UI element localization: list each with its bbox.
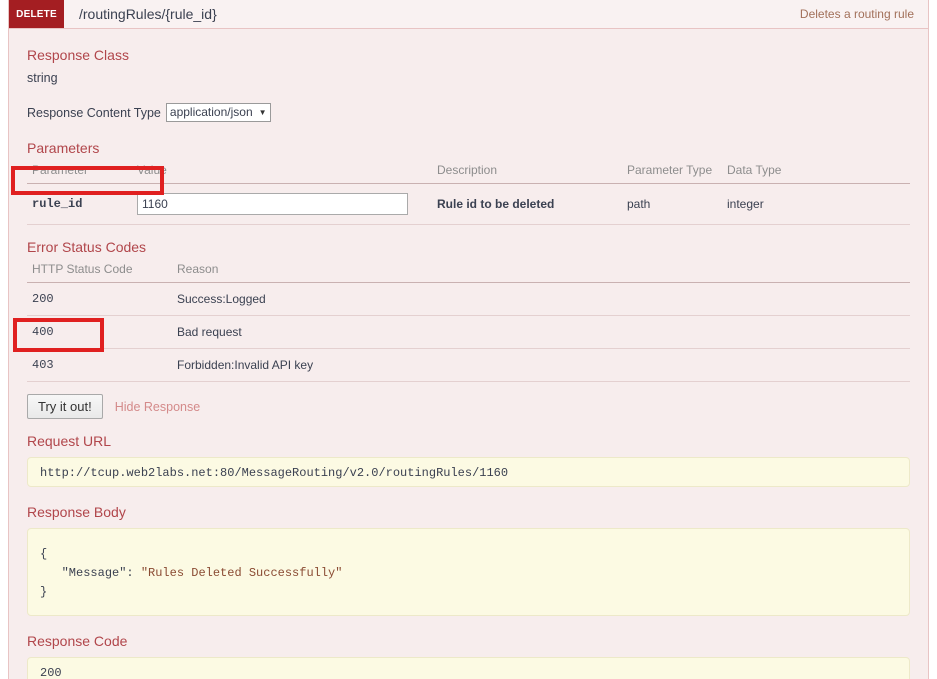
request-url-value: http://tcup.web2labs.net:80/MessageRouti… xyxy=(27,457,910,487)
table-row: 403 Forbidden:Invalid API key xyxy=(27,348,910,382)
error-codes-header-reason: Reason xyxy=(172,260,910,283)
parameters-header-parameter: Parameter xyxy=(27,161,132,184)
error-code-value: 400 xyxy=(27,315,172,349)
parameters-header-value: Value xyxy=(132,161,432,184)
error-code-value: 403 xyxy=(27,348,172,382)
response-body-value: { "Message": "Rules Deleted Successfully… xyxy=(27,528,910,616)
error-codes-header-status: HTTP Status Code xyxy=(27,260,172,283)
error-code-reason: Forbidden:Invalid API key xyxy=(172,348,910,382)
response-code-title: Response Code xyxy=(27,633,128,649)
submit-row: Try it out! Hide Response xyxy=(27,394,910,419)
response-body-close-brace: } xyxy=(40,585,48,599)
response-body-open-brace: { xyxy=(40,547,48,561)
chevron-down-icon: ▼ xyxy=(258,108,267,117)
error-code-reason: Success:Logged xyxy=(172,282,910,316)
response-content-type-select[interactable]: application/json ▼ xyxy=(165,103,271,122)
request-url-title: Request URL xyxy=(27,433,112,449)
error-status-codes-table: HTTP Status Code Reason 200 Success:Logg… xyxy=(27,260,910,382)
parameters-header-row: Parameter Value Description Parameter Ty… xyxy=(27,161,910,184)
error-status-codes-title: Error Status Codes xyxy=(27,239,147,255)
operation-content: Response Class string Response Content T… xyxy=(9,29,928,679)
http-method-badge[interactable]: DELETE xyxy=(9,0,64,28)
parameters-header-description: Description xyxy=(432,161,622,184)
parameter-value-cell xyxy=(132,183,432,225)
operation-heading[interactable]: DELETE /routingRules/{rule_id} Deletes a… xyxy=(9,0,928,29)
response-class-title: Response Class xyxy=(27,47,129,63)
parameter-description: Rule id to be deleted xyxy=(432,183,622,225)
parameters-title: Parameters xyxy=(27,140,100,156)
parameters-header-data-type: Data Type xyxy=(722,161,910,184)
swagger-operation-page: DELETE /routingRules/{rule_id} Deletes a… xyxy=(0,0,937,679)
operation-block: DELETE /routingRules/{rule_id} Deletes a… xyxy=(8,0,929,679)
response-content-type-row: Response Content Type application/json ▼ xyxy=(27,103,910,122)
error-code-value: 200 xyxy=(27,282,172,316)
parameter-data-type: integer xyxy=(722,183,910,225)
try-it-out-button[interactable]: Try it out! xyxy=(27,394,103,419)
table-row: 400 Bad request xyxy=(27,315,910,349)
parameter-name: rule_id xyxy=(27,183,132,225)
parameter-type: path xyxy=(622,183,722,225)
rule-id-input[interactable] xyxy=(137,193,408,215)
response-content-type-label: Response Content Type xyxy=(27,105,161,120)
error-codes-header-row: HTTP Status Code Reason xyxy=(27,260,910,283)
response-body-title: Response Body xyxy=(27,504,126,520)
response-code-value: 200 xyxy=(27,657,910,679)
operation-path[interactable]: /routingRules/{rule_id} xyxy=(64,0,217,28)
table-row: rule_id Rule id to be deleted path integ… xyxy=(27,183,910,225)
parameters-table: Parameter Value Description Parameter Ty… xyxy=(27,161,910,225)
response-class-model: string xyxy=(27,71,58,85)
table-row: 200 Success:Logged xyxy=(27,282,910,316)
response-body-separator: : xyxy=(126,566,141,580)
response-content-type-value: application/json xyxy=(169,105,253,119)
response-body-key: "Message" xyxy=(61,566,127,580)
response-body-value-string: "Rules Deleted Successfully" xyxy=(140,566,343,580)
error-code-reason: Bad request xyxy=(172,315,910,349)
hide-response-link[interactable]: Hide Response xyxy=(115,400,200,414)
operation-summary: Deletes a routing rule xyxy=(799,7,914,21)
parameters-header-parameter-type: Parameter Type xyxy=(622,161,722,184)
